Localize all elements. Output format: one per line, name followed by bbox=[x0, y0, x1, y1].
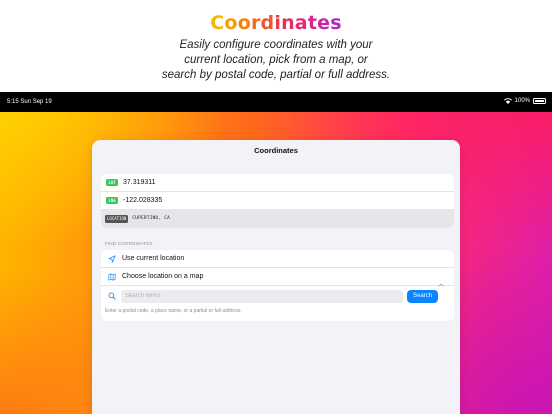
promo-subtitle: Easily configure coordinates with your c… bbox=[0, 38, 552, 83]
location-arrow-icon bbox=[107, 254, 117, 264]
sheet-title: Coordinates bbox=[254, 146, 298, 155]
promo-title-letter: t bbox=[307, 12, 318, 34]
search-input[interactable] bbox=[121, 289, 403, 303]
promo-title-letter: o bbox=[224, 12, 238, 34]
battery-percent: 100% bbox=[514, 98, 530, 104]
lng-row[interactable]: LNG -122.028335 bbox=[101, 192, 454, 209]
lng-tag: LNG bbox=[106, 197, 118, 204]
promo-title-letter: a bbox=[294, 12, 308, 34]
find-coordinates-card: Use current location Choose location on … bbox=[101, 250, 454, 321]
find-section-label: FIND COORDINATES bbox=[105, 241, 153, 246]
lat-value[interactable]: 37.319311 bbox=[123, 179, 156, 186]
search-help-text: Enter a postal code, a place name, or a … bbox=[105, 308, 242, 314]
promo-title-letter: o bbox=[237, 12, 251, 34]
lng-value[interactable]: -122.028335 bbox=[123, 197, 162, 204]
promo-title-letter: r bbox=[250, 12, 261, 34]
wifi-icon bbox=[503, 98, 512, 104]
promo-subtitle-line: search by postal code, partial or full a… bbox=[161, 69, 391, 81]
promo-title-letter: e bbox=[317, 12, 331, 34]
device-screen: 5:15 Sun Sep 19 100% Coordinates LAT 37.… bbox=[0, 92, 552, 414]
use-current-location-row[interactable]: Use current location bbox=[101, 250, 454, 268]
promo-title-letter: d bbox=[260, 12, 275, 34]
search-row: Search bbox=[101, 286, 454, 306]
battery-icon bbox=[533, 98, 546, 104]
location-row: LOCATION CUPERTINO, CA bbox=[101, 209, 454, 228]
location-tag: LOCATION bbox=[105, 214, 129, 223]
choose-on-map-row[interactable]: Choose location on a map bbox=[101, 268, 454, 287]
promo-subtitle-line: Easily configure coordinates with your bbox=[179, 39, 373, 51]
coordinates-card: LAT 37.319311 LNG -122.028335 LOCATION C… bbox=[101, 174, 454, 228]
promo-title-letter: i bbox=[274, 12, 282, 34]
promo-header: Coordinates Easily configure coordinates… bbox=[0, 0, 552, 92]
lat-tag: LAT bbox=[106, 179, 118, 186]
search-button[interactable]: Search bbox=[407, 289, 438, 303]
search-icon bbox=[107, 291, 117, 301]
promo-subtitle-line: current location, pick from a map, or bbox=[184, 54, 368, 66]
map-icon bbox=[107, 272, 117, 282]
status-bar: 5:15 Sun Sep 19 100% bbox=[0, 92, 552, 112]
lat-row[interactable]: LAT 37.319311 bbox=[101, 174, 454, 192]
status-right: 100% bbox=[503, 98, 546, 104]
promo-title-letter: s bbox=[330, 12, 342, 34]
promo-title-letter: C bbox=[210, 12, 225, 34]
promo-title-letter: n bbox=[281, 12, 295, 34]
status-time: 5:15 Sun Sep 19 bbox=[7, 99, 52, 105]
promo-title: Coordinates bbox=[0, 12, 552, 34]
location-value: CUPERTINO, CA bbox=[132, 216, 171, 221]
use-current-location-label: Use current location bbox=[122, 255, 185, 262]
choose-on-map-label: Choose location on a map bbox=[122, 273, 204, 280]
coordinates-sheet: Coordinates LAT 37.319311 LNG -122.02833… bbox=[92, 140, 460, 414]
